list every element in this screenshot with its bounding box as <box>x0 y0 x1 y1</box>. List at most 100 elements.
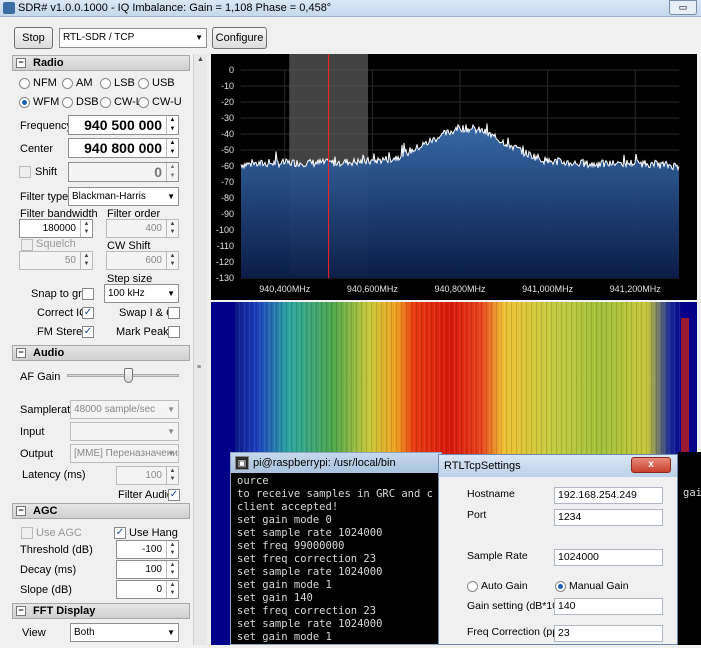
samplerate-value: 48000 sample/sec <box>74 404 156 415</box>
x-tick-label: 941,200MHz <box>610 284 662 294</box>
mode-cwl-radio[interactable] <box>100 97 111 108</box>
threshold-input[interactable]: -100 ▲ ▼ <box>116 540 179 559</box>
gain-setting-input[interactable]: 140 <box>554 598 663 615</box>
stepper-icon[interactable]: ▲ ▼ <box>166 139 178 157</box>
mode-dsb-radio[interactable] <box>62 97 73 108</box>
y-tick-label: -90 <box>221 209 234 219</box>
center-input[interactable]: 940 800 000 ▲ ▼ <box>68 138 179 158</box>
y-tick-label: -10 <box>221 81 234 91</box>
output-select[interactable]: [MME] Переназначени ▼ <box>70 444 179 463</box>
rtltcp-settings-dialog[interactable]: RTLTcpSettings x Hostname 192.168.254.24… <box>438 454 678 645</box>
stepper-icon[interactable]: ▲ ▼ <box>166 220 178 237</box>
manual-gain-radio[interactable] <box>555 581 566 592</box>
audio-section-header[interactable]: − Audio <box>12 345 190 361</box>
y-tick-label: -130 <box>216 273 234 283</box>
mode-cwu-label: CW-U <box>152 96 182 108</box>
stepper-icon[interactable]: ▲ ▼ <box>166 467 178 484</box>
configure-button[interactable]: Configure <box>212 27 267 49</box>
terminal-line: ource <box>237 475 269 487</box>
snap-to-grid-checkbox[interactable] <box>82 288 94 300</box>
filter-audio-label: Filter Audio <box>118 489 174 501</box>
stepper-icon[interactable]: ▲ ▼ <box>80 252 92 269</box>
left-panel-scrollbar[interactable]: ▲ ≡ <box>193 54 207 645</box>
decay-input[interactable]: 100 ▲ ▼ <box>116 560 179 579</box>
shift-label: Shift <box>35 166 58 178</box>
source-value: RTL-SDR / TCP <box>63 32 135 43</box>
y-tick-label: -110 <box>217 241 234 251</box>
mode-nfm-radio[interactable] <box>19 78 30 89</box>
auto-gain-radio[interactable] <box>467 581 478 592</box>
restore-window-button[interactable]: ▭ <box>669 0 697 15</box>
stepper-icon[interactable]: ▲ ▼ <box>80 220 92 237</box>
terminal-line: set sample rate 1024000 <box>237 527 383 539</box>
af-gain-slider[interactable] <box>67 368 179 384</box>
fm-stereo-label: FM Stereo <box>37 326 89 338</box>
mode-lsb-radio[interactable] <box>100 78 111 89</box>
slider-thumb[interactable] <box>124 368 133 383</box>
mode-wfm-radio[interactable] <box>19 97 30 108</box>
filter-type-select[interactable]: Blackman-Harris ▼ <box>68 187 179 206</box>
spectrum-analyzer[interactable]: 0 -10 -20 -30 -40 -50 -60 -70 -80 -90 -100 -110 -120… <box>211 54 697 300</box>
stepper-icon[interactable]: ▲ ▼ <box>166 581 178 598</box>
step-size-select[interactable]: 100 kHz ▼ <box>104 284 179 303</box>
terminal-line: set freq 99000000 <box>237 540 345 552</box>
samplerate-select[interactable]: 48000 sample/sec ▼ <box>70 400 179 419</box>
squelch-input[interactable]: 50 ▲ ▼ <box>19 251 93 270</box>
chevron-down-icon: ▼ <box>167 427 175 436</box>
filter-type-label: Filter type <box>20 191 69 203</box>
dialog-close-button[interactable]: x <box>631 457 671 473</box>
chevron-down-icon: ▼ <box>167 628 175 637</box>
stop-button[interactable]: Stop <box>14 27 53 49</box>
use-hang-checkbox[interactable]: ✓ <box>114 527 126 539</box>
shift-checkbox[interactable] <box>19 166 31 178</box>
samplerate-input[interactable]: 1024000 <box>554 549 663 566</box>
threshold-label: Threshold (dB) <box>20 544 93 556</box>
manual-gain-label: Manual Gain <box>569 580 629 592</box>
freq-correction-input[interactable]: 23 <box>554 625 663 642</box>
shift-input[interactable]: 0 ▲ ▼ <box>68 162 179 182</box>
agc-section-header[interactable]: − AGC <box>12 503 190 519</box>
fft-section-header[interactable]: − FFT Display <box>12 603 190 619</box>
y-tick-label: -30 <box>221 113 234 123</box>
mode-am-radio[interactable] <box>62 78 73 89</box>
slope-input[interactable]: 0 ▲ ▼ <box>116 580 179 599</box>
mode-dsb-label: DSB <box>76 96 99 108</box>
step-size-value: 100 kHz <box>108 288 145 299</box>
terminal-title-bar[interactable]: ▣ pi@raspberrypi: /usr/local/bin <box>231 453 441 473</box>
close-icon: x <box>648 459 654 470</box>
y-tick-label: -70 <box>221 177 234 187</box>
squelch-checkbox[interactable] <box>21 239 33 251</box>
gain-setting-label: Gain setting (dB*10) <box>467 600 562 612</box>
collapse-icon: − <box>16 348 26 358</box>
frequency-label: Frequency <box>20 120 72 132</box>
stepper-icon[interactable]: ▲ ▼ <box>166 163 178 181</box>
filter-audio-checkbox[interactable]: ✓ <box>168 489 180 501</box>
terminal-window[interactable]: ▣ pi@raspberrypi: /usr/local/bin ource t… <box>230 452 442 645</box>
cw-shift-value: 600 <box>145 255 162 266</box>
frequency-input[interactable]: 940 500 000 ▲ ▼ <box>68 115 179 135</box>
cw-shift-input[interactable]: 600 ▲ ▼ <box>106 251 179 270</box>
view-select[interactable]: Both ▼ <box>70 623 179 642</box>
mode-cwu-radio[interactable] <box>138 97 149 108</box>
use-agc-checkbox[interactable] <box>21 527 33 539</box>
port-input[interactable]: 1234 <box>554 509 663 526</box>
source-select[interactable]: RTL-SDR / TCP ▼ <box>59 28 207 48</box>
hostname-input[interactable]: 192.168.254.249 <box>554 487 663 504</box>
terminal-line: set gain mode 1 <box>237 631 332 643</box>
mode-usb-radio[interactable] <box>138 78 149 89</box>
stepper-icon[interactable]: ▲ ▼ <box>166 561 178 578</box>
filter-order-input[interactable]: 400 ▲ ▼ <box>106 219 179 238</box>
input-select[interactable]: ▼ <box>70 422 179 441</box>
correct-iq-checkbox[interactable]: ✓ <box>82 307 94 319</box>
stepper-icon[interactable]: ▲ ▼ <box>166 116 178 134</box>
swap-iq-checkbox[interactable] <box>168 307 180 319</box>
latency-input[interactable]: 100 ▲ ▼ <box>116 466 179 485</box>
stepper-icon[interactable]: ▲ ▼ <box>166 252 178 269</box>
y-tick-label: -50 <box>221 145 234 155</box>
stepper-icon[interactable]: ▲ ▼ <box>166 541 178 558</box>
filter-bandwidth-input[interactable]: 180000 ▲ ▼ <box>19 219 93 238</box>
fm-stereo-checkbox[interactable]: ✓ <box>82 326 94 338</box>
radio-section-header[interactable]: − Radio <box>12 55 190 71</box>
spectrum-chart[interactable]: 0 -10 -20 -30 -40 -50 -60 -70 -80 -90 -100 -110 -120… <box>211 54 697 300</box>
mark-peaks-checkbox[interactable] <box>168 326 180 338</box>
